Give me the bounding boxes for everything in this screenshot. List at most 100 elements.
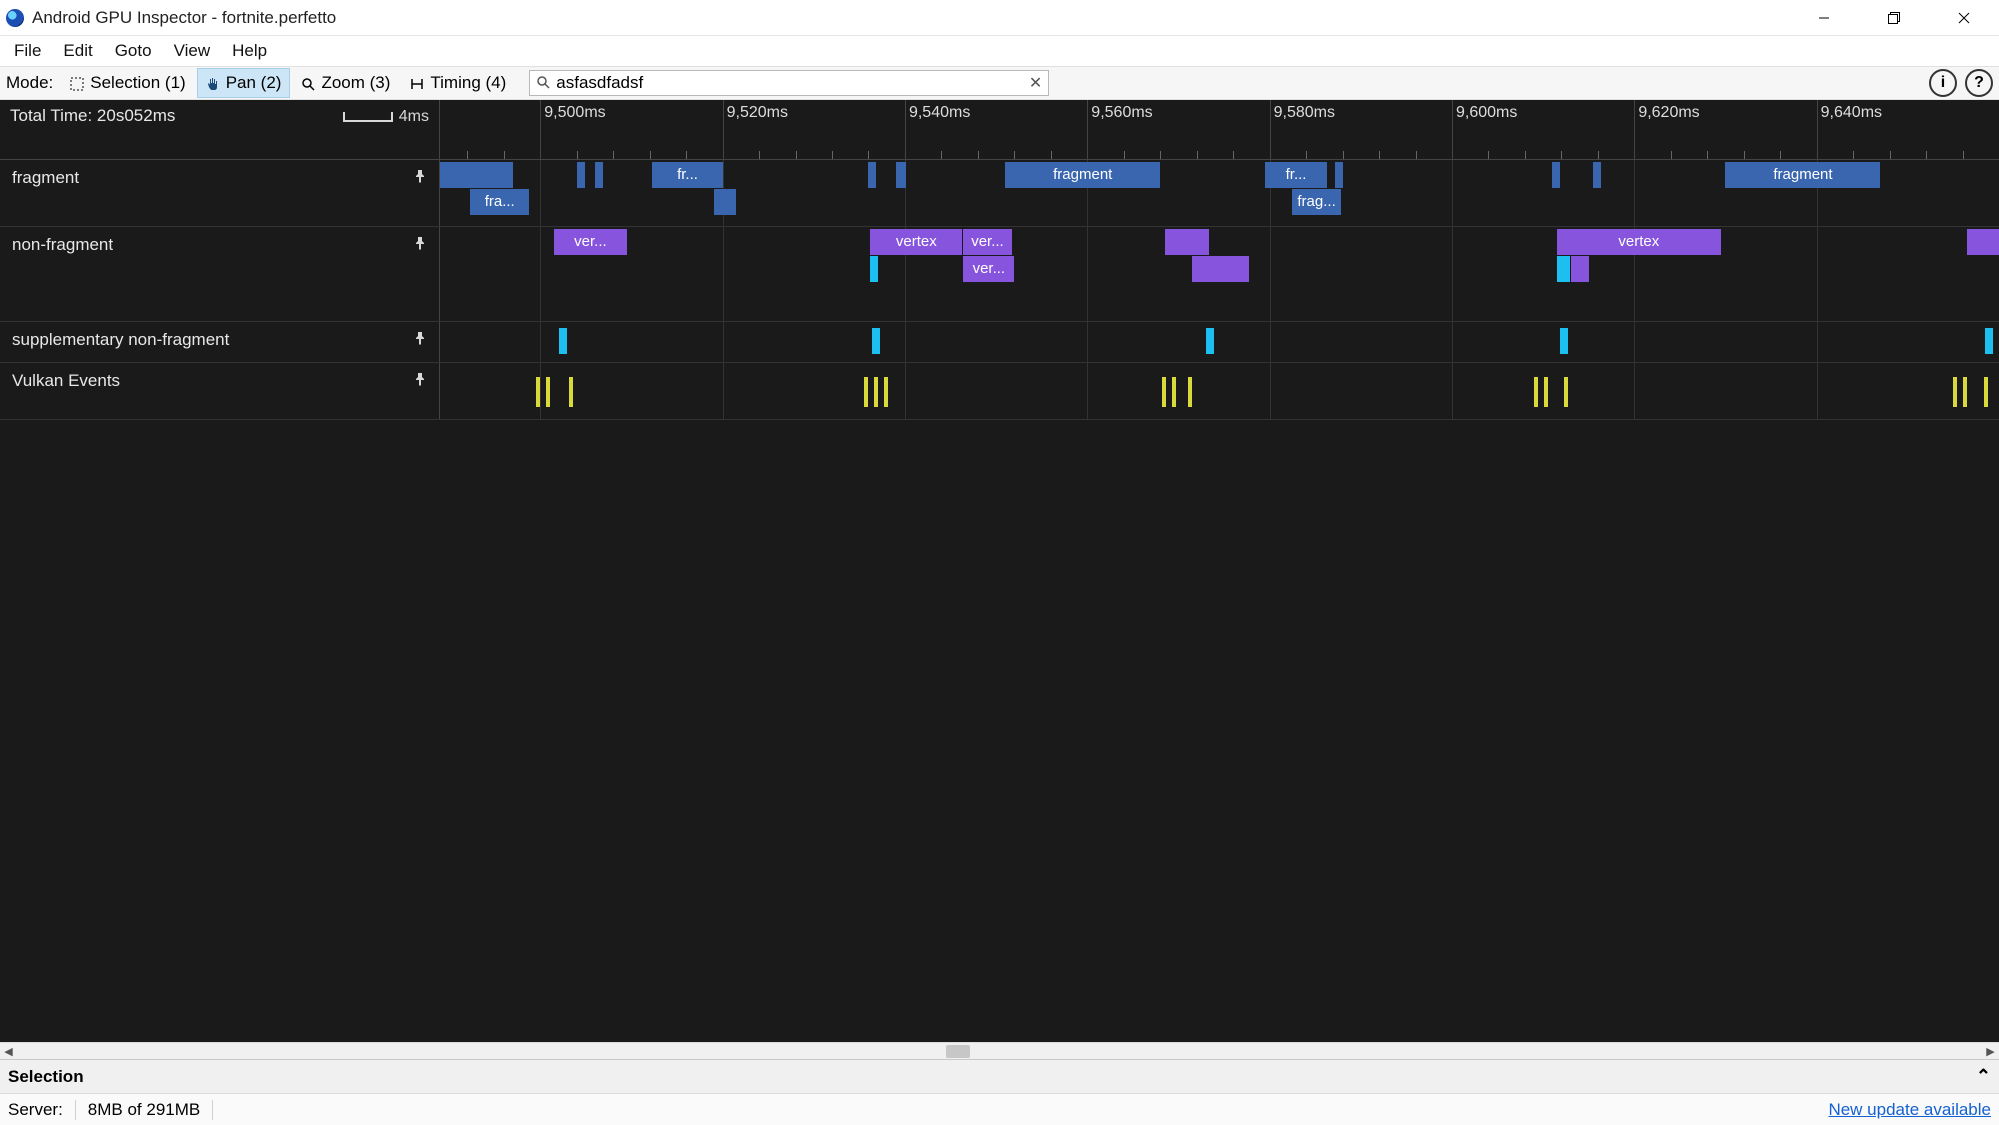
timeline-slice[interactable] [577,162,585,188]
track-name-label: fragment [12,168,79,188]
server-label: Server: [8,1100,63,1120]
timeline-slice[interactable]: fragment [1725,162,1880,188]
timeline-slice[interactable] [1335,162,1343,188]
minimize-button[interactable] [1789,0,1859,36]
timeline-event[interactable] [864,377,868,407]
track-content[interactable] [440,322,1999,362]
timeline-slice[interactable] [1165,229,1209,255]
timeline-header: Total Time: 20s052ms 4ms 9,500ms9,520ms9… [0,100,1999,160]
timeline-slice[interactable]: ver... [554,229,627,255]
timeline-slice[interactable]: ver... [963,256,1014,282]
toolbar: Mode: Selection (1) Pan (2) Zoom (3) Tim… [0,66,1999,100]
timeline-slice[interactable] [1571,256,1589,282]
track-name[interactable]: supplementary non-fragment [0,322,440,362]
timeline-slice[interactable]: fr... [652,162,722,188]
timeline-slice[interactable]: frag... [1292,189,1340,215]
timeline-slice[interactable]: vertex [1557,229,1721,255]
info-button[interactable]: i [1929,69,1957,97]
timeline-slice[interactable]: vertex [870,229,962,255]
timeline-slice[interactable] [1552,162,1560,188]
track-row[interactable]: Vulkan Events [0,363,1999,420]
track-row[interactable]: supplementary non-fragment [0,322,1999,363]
timeline-slice[interactable] [1557,256,1571,282]
search-input[interactable] [556,73,1023,93]
timeline-event[interactable] [1172,377,1176,407]
menu-edit[interactable]: Edit [53,37,102,65]
timeline-slice[interactable]: fragment [1005,162,1160,188]
timeline-slice[interactable] [595,162,603,188]
timeline-event[interactable] [1534,377,1538,407]
selection-panel[interactable]: Selection ⌃ [0,1059,1999,1093]
timeline-slice[interactable] [559,328,567,354]
help-icon: ? [1974,74,1984,92]
scrollbar-track[interactable] [17,1043,1982,1059]
timeline-slice[interactable] [870,256,878,282]
timeline-slice[interactable]: ver... [963,229,1011,255]
timeline-slice[interactable] [714,189,737,215]
timeline-event[interactable] [1564,377,1568,407]
track-content[interactable]: ver...vertexver...ver...vertex [440,227,1999,321]
timeline-slice[interactable] [1560,328,1568,354]
timeline[interactable]: Total Time: 20s052ms 4ms 9,500ms9,520ms9… [0,100,1999,1042]
timeline-event[interactable] [884,377,888,407]
menu-view[interactable]: View [164,37,221,65]
close-button[interactable] [1929,0,1999,36]
timeline-slice[interactable] [872,328,880,354]
scrollbar-thumb[interactable] [946,1045,970,1058]
scroll-left-arrow[interactable]: ◀ [0,1045,17,1058]
timeline-event[interactable] [1963,377,1967,407]
track-name[interactable]: Vulkan Events [0,363,440,419]
horizontal-scrollbar[interactable]: ◀ ▶ [0,1042,1999,1059]
timeline-slice[interactable] [1985,328,1993,354]
help-button[interactable]: ? [1965,69,1993,97]
mode-zoom[interactable]: Zoom (3) [292,68,399,98]
mode-pan[interactable]: Pan (2) [197,68,291,98]
pin-icon[interactable] [413,330,427,350]
track-name[interactable]: fragment [0,160,440,226]
search-box[interactable]: ✕ [529,70,1049,96]
timeline-slice[interactable] [1206,328,1214,354]
timeline-event[interactable] [1162,377,1166,407]
scale-indicator: 4ms [343,108,429,126]
timeline-slice[interactable] [896,162,906,188]
mode-selection[interactable]: Selection (1) [61,68,194,98]
mode-timing[interactable]: Timing (4) [401,68,515,98]
timeline-event[interactable] [546,377,550,407]
timeline-slice[interactable] [868,162,876,188]
scroll-right-arrow[interactable]: ▶ [1982,1045,1999,1058]
timeline-event[interactable] [1544,377,1548,407]
track-content[interactable]: fra...fr...fragmentfr...frag...fragment [440,160,1999,226]
track-row[interactable]: fragmentfra...fr...fragmentfr...frag...f… [0,160,1999,227]
clear-search-icon[interactable]: ✕ [1029,73,1042,93]
pin-icon[interactable] [413,371,427,391]
ruler-label: 9,580ms [1274,104,1335,122]
track-row[interactable]: non-fragmentver...vertexver...ver...vert… [0,227,1999,322]
maximize-button[interactable] [1859,0,1929,36]
timeline-slice[interactable] [1192,256,1249,282]
timeline-event[interactable] [536,377,540,407]
timeline-slice[interactable]: fra... [470,189,529,215]
update-available-link[interactable]: New update available [1828,1100,1991,1120]
tracks[interactable]: fragmentfra...fr...fragmentfr...frag...f… [0,160,1999,420]
timeline-event[interactable] [1188,377,1192,407]
timeline-slice[interactable] [1967,229,1999,255]
timeline-slice[interactable]: fr... [1265,162,1327,188]
menu-file[interactable]: File [4,37,51,65]
timeline-slice[interactable] [440,162,513,188]
track-name[interactable]: non-fragment [0,227,440,321]
timeline-event[interactable] [569,377,573,407]
track-content[interactable] [440,363,1999,419]
menu-help[interactable]: Help [222,37,277,65]
timing-icon [410,76,424,90]
track-name-label: supplementary non-fragment [12,330,229,350]
pin-icon[interactable] [413,235,427,255]
time-ruler[interactable]: 9,500ms9,520ms9,540ms9,560ms9,580ms9,600… [440,100,1999,159]
timeline-slice[interactable] [1593,162,1601,188]
timeline-event[interactable] [1953,377,1957,407]
timeline-event[interactable] [874,377,878,407]
pin-icon[interactable] [413,168,427,188]
timeline-event[interactable] [1984,377,1988,407]
collapse-panel-icon[interactable]: ⌃ [1976,1066,1991,1087]
menu-goto[interactable]: Goto [105,37,162,65]
timeline-empty-area[interactable] [0,420,1999,1042]
